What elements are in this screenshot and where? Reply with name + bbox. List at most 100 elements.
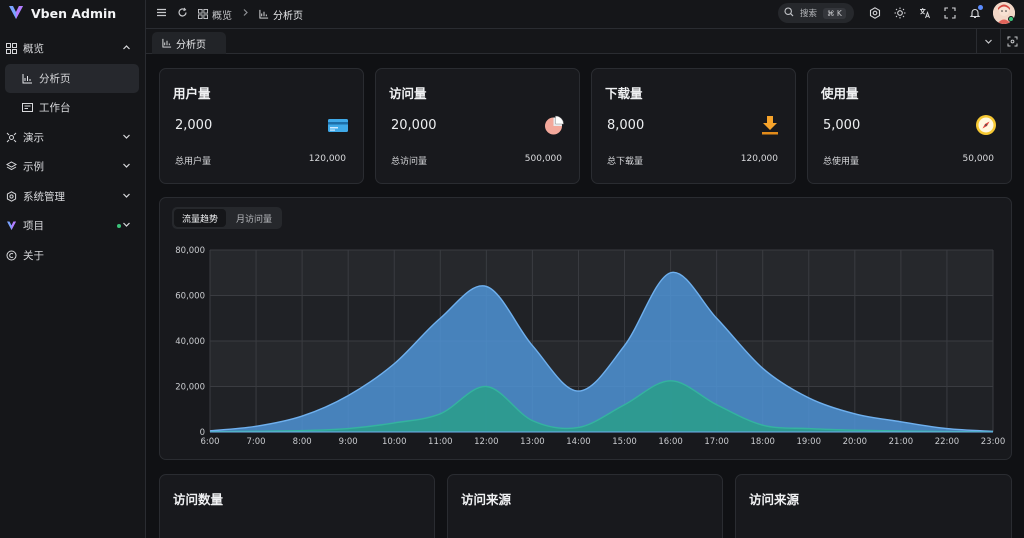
chevron-down-icon [122,191,131,203]
sidebar-item-project[interactable]: 项目 [0,211,145,241]
tab-tools [976,29,1024,54]
sidebar-item-examples[interactable]: 示例 [0,152,145,182]
search-shortcut: ⌘ K [823,7,846,19]
breadcrumb-separator-icon [242,8,249,20]
stat-foot-value: 120,000 [740,154,778,164]
tab-monthly-visits[interactable]: 月访问量 [228,209,280,227]
breadcrumb-label: 概览 [212,10,232,22]
sidebar-item-workbench[interactable]: 工作台 [0,93,145,123]
fullscreen-icon[interactable] [943,6,957,20]
stat-foot-label: 总下载量 [607,157,644,167]
tab-analysis[interactable]: 分析页 [152,32,226,54]
status-dot [117,224,121,228]
stat-title: 使用量 [821,86,859,101]
sidebar-menu: 概览 分析页 工作台 演示 示例 系统管理 项目 关于 [0,34,145,270]
stat-title: 用户量 [173,86,211,101]
tab-label: 分析页 [176,39,206,51]
x-tick-label: 23:00 [981,437,1006,447]
grid-band [210,250,993,296]
sidebar: Vben Admin 概览 分析页 工作台 演示 示例 系统管理 项目 关于 [0,0,146,538]
search-box[interactable]: 搜索 ⌘ K [778,3,854,23]
card-icon [327,114,349,136]
search-placeholder: 搜索 [800,9,818,19]
stat-foot-label: 总访问量 [391,157,428,167]
vben-logo-icon [6,220,17,231]
sidebar-item-demo[interactable]: 演示 [0,123,145,153]
sidebar-item-analysis[interactable]: 分析页 [5,63,139,93]
sidebar-item-label: 系统管理 [23,190,65,203]
card-title: 访问数量 [173,492,224,507]
chevron-up-icon [122,43,131,55]
trend-tab-switch: 流量趋势 月访问量 [172,207,283,229]
layers-icon [6,161,17,172]
stat-foot-label: 总用户量 [175,157,212,167]
x-tick-label: 10:00 [382,437,407,447]
visits-count-card: 访问数量 [159,474,435,538]
breadcrumb-analysis[interactable]: 分析页 [259,7,303,22]
refresh-icon[interactable] [177,7,188,21]
x-tick-label: 15:00 [612,437,637,447]
sidebar-item-system[interactable]: 系统管理 [0,182,145,212]
x-tick-label: 13:00 [520,437,545,447]
x-tick-label: 9:00 [339,437,358,447]
sidebar-item-label: 概览 [23,43,44,56]
download-icon [759,114,781,136]
x-tick-label: 21:00 [889,437,914,447]
card-title: 访问来源 [749,492,800,507]
dashboard-grid-icon [6,43,17,55]
card-title: 访问来源 [461,492,512,507]
x-tick-label: 12:00 [474,437,499,447]
stat-title: 下载量 [605,86,643,101]
tab-traffic-trend[interactable]: 流量趋势 [174,209,227,227]
breadcrumb-overview[interactable]: 概览 [198,7,232,22]
grid-band [210,295,993,341]
dashboard-grid-icon [198,9,208,19]
stat-value: 2,000 [175,118,213,133]
traffic-area-chart: 020,00040,00060,00080,0006:00 7:00 8:00 9:0… [175,246,1006,447]
sidebar-item-label: 项目 [23,220,44,233]
sidebar-item-overview[interactable]: 概览 [0,34,145,64]
stat-foot-value: 500,000 [524,154,562,164]
stat-card-usage: 使用量 5,000 总使用量 50,000 [807,68,1012,184]
x-tick-label: 22:00 [935,437,960,447]
gear-icon [6,190,17,202]
notification-dot [978,5,983,10]
translate-icon[interactable] [918,6,932,20]
x-tick-label: 17:00 [704,437,729,447]
brand[interactable]: Vben Admin [0,0,145,26]
stat-value: 20,000 [391,118,437,133]
app-name: Vben Admin [31,5,117,21]
sidebar-item-label: 分析页 [39,72,71,85]
sidebar-item-label: 示例 [23,161,44,174]
menu-toggle-icon[interactable] [156,7,167,21]
x-tick-label: 7:00 [247,437,266,447]
online-status-dot [1008,16,1014,22]
stat-value: 5,000 [823,118,861,133]
sidebar-item-label: 演示 [23,131,44,144]
settings-icon[interactable] [868,6,882,20]
x-tick-label: 11:00 [428,437,453,447]
sidebar-item-about[interactable]: 关于 [0,241,145,271]
workbench-icon [22,102,33,113]
maximize-content-icon[interactable] [1000,29,1024,54]
search-icon [784,6,794,20]
stat-card-downloads: 下载量 8,000 总下载量 120,000 [591,68,796,184]
visit-source-card: 访问来源 [447,474,723,538]
chevron-down-icon [122,161,131,173]
header-left: 概览 分析页 [146,7,303,22]
stat-value: 8,000 [607,118,645,133]
traffic-trend-card: 流量趋势 月访问量 0 20,000 40,000 60,000 80,000 6:00 7… [159,197,1012,460]
chart-icon [22,73,33,84]
stat-card-visits: 访问量 20,000 总访问量 500,000 [375,68,580,184]
y-tick-label: 80,000 [175,246,205,256]
x-tick-label: 16:00 [658,437,683,447]
x-tick-label: 14:00 [566,437,591,447]
tab-dropdown-icon[interactable] [976,29,1000,54]
stat-foot-value: 120,000 [308,154,346,164]
bell-icon[interactable] [968,5,983,20]
x-tick-label: 18:00 [750,437,775,447]
header-actions [868,5,983,20]
stat-foot-value: 50,000 [962,154,995,164]
x-tick-label: 6:00 [200,437,219,447]
theme-sun-icon[interactable] [893,6,907,20]
